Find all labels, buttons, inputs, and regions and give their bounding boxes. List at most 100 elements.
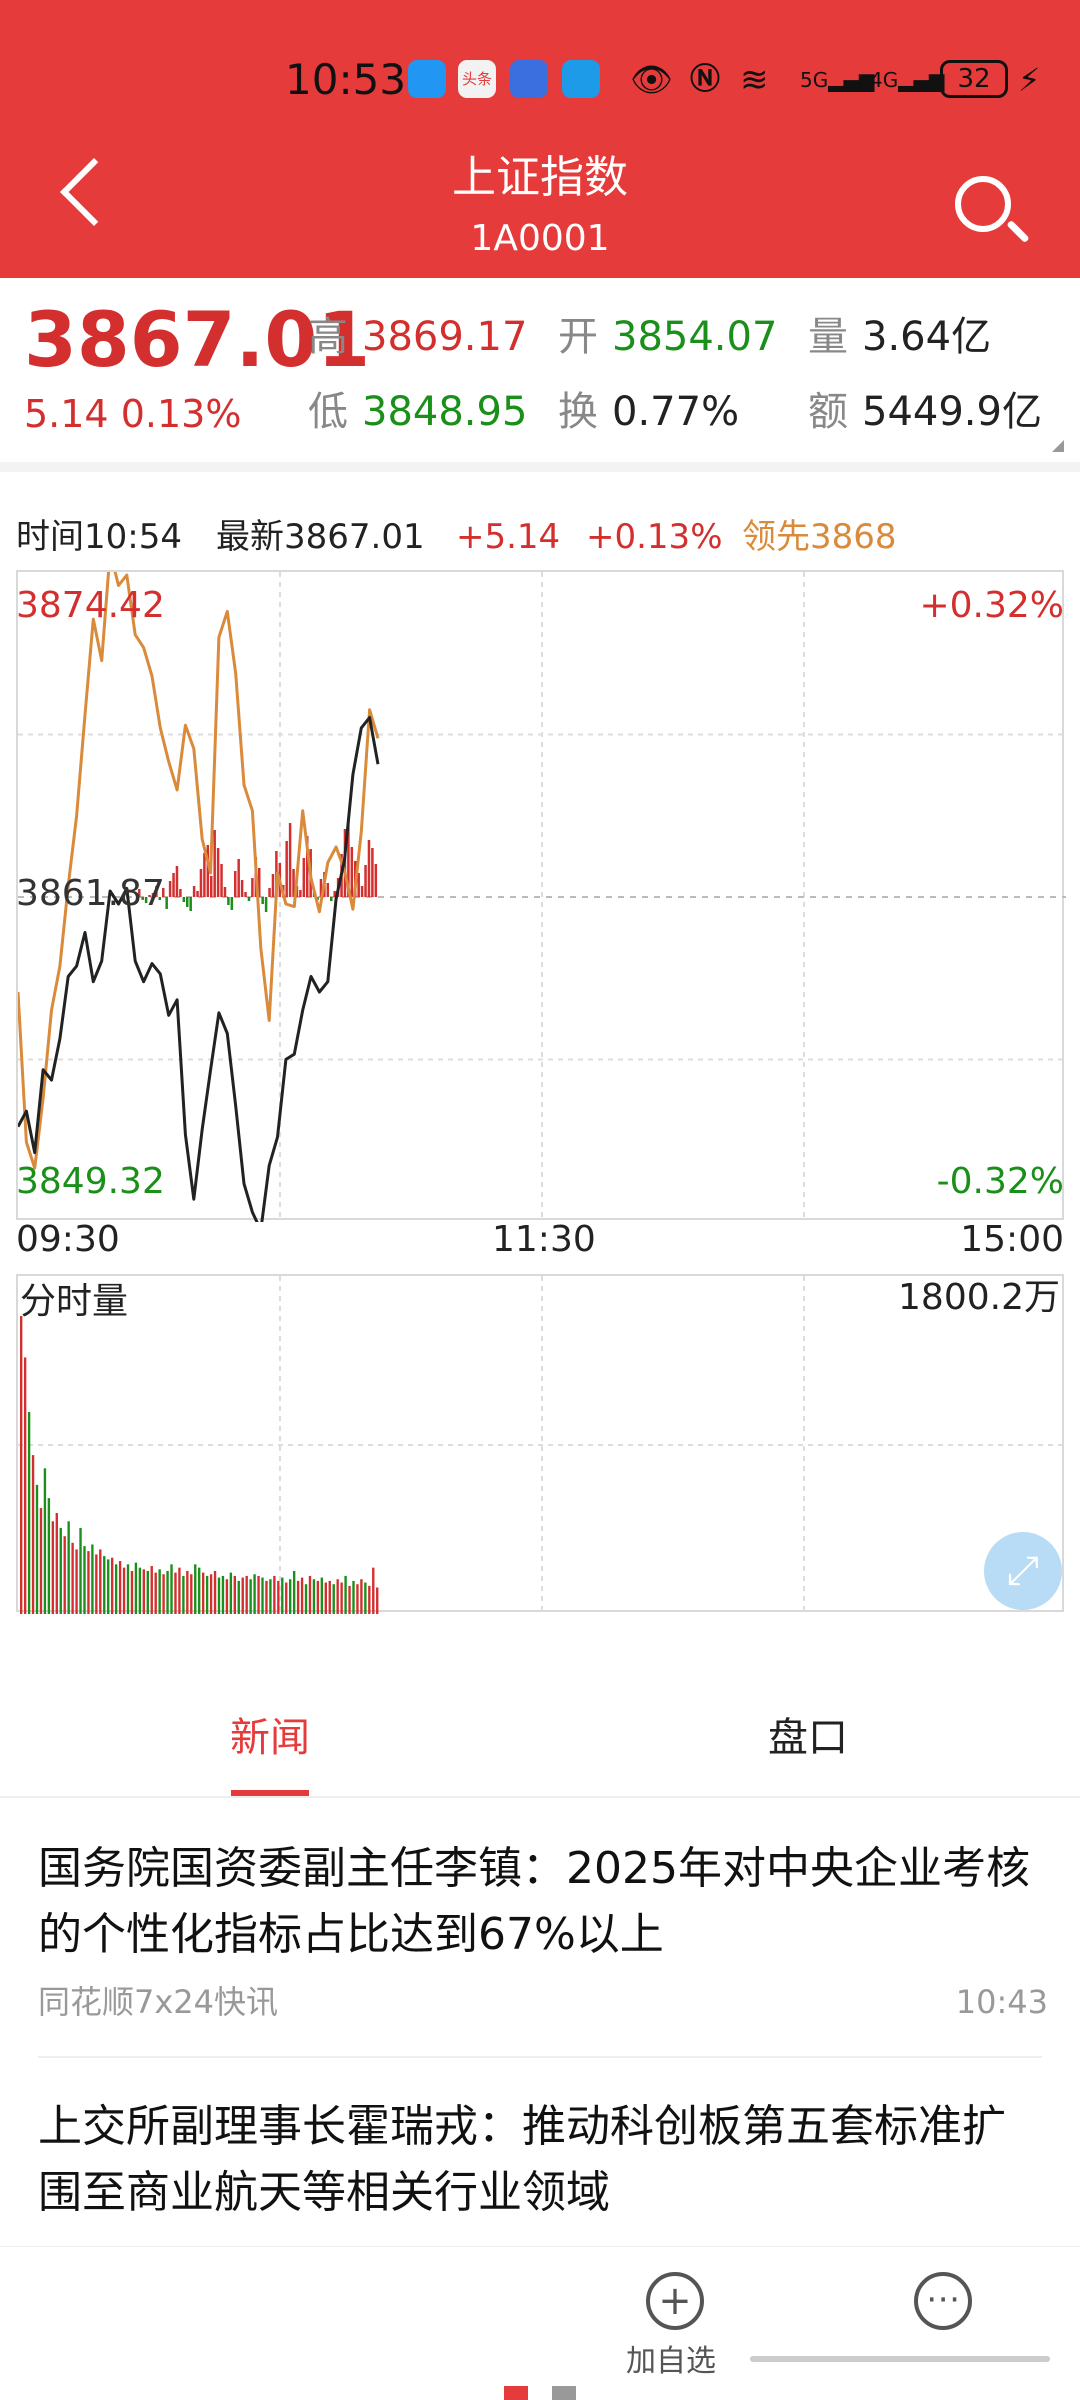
volume-bar — [190, 1574, 193, 1614]
volume-bar — [23, 1357, 27, 1614]
change-bar — [234, 871, 237, 897]
expand-corner-icon[interactable] — [1052, 440, 1064, 452]
change-bar — [199, 869, 203, 897]
x-label-mid: 11:30 — [492, 1219, 596, 1260]
volume-bar — [205, 1575, 209, 1614]
change-bar — [271, 874, 275, 897]
tab-orderbook[interactable]: 盘口 — [768, 1708, 848, 1768]
tab-news[interactable]: 新闻 — [230, 1708, 310, 1768]
change-bar — [210, 876, 213, 897]
status-bar: 10:53 头条 👁 Ⓝ ≋ 5G▂▄▆ 4G▂▄▆ 32 ⚡ — [0, 52, 1080, 108]
change-bar — [264, 897, 268, 912]
volume-bar — [285, 1582, 288, 1614]
volume-bar — [261, 1577, 264, 1614]
volume-title: 分时量 — [20, 1281, 129, 1322]
volume-bar — [217, 1577, 221, 1614]
volume-bar — [336, 1579, 339, 1614]
change-bar — [330, 897, 333, 901]
fullscreen-icon[interactable]: ⤢ — [984, 1532, 1062, 1610]
signal-4g-icon: 4G▂▄▆ — [870, 68, 945, 92]
volume-bar — [198, 1567, 201, 1614]
volume-bar — [95, 1554, 98, 1614]
volume-chart[interactable] — [16, 1274, 1066, 1614]
volume-bar — [162, 1574, 165, 1614]
volume-bar — [269, 1579, 272, 1614]
volume-bar — [360, 1579, 363, 1614]
add-watchlist-label[interactable]: 加自选 — [626, 2342, 716, 2382]
news-divider — [38, 2056, 1042, 2058]
volume-bar — [237, 1580, 240, 1614]
change-bar — [175, 866, 179, 897]
change-bar — [251, 878, 254, 897]
volume-bar — [316, 1580, 320, 1614]
change-bar — [182, 897, 186, 902]
change-bar — [220, 864, 223, 897]
volume-bar — [221, 1575, 225, 1614]
volume-bar — [253, 1574, 256, 1614]
volume-bar — [126, 1564, 130, 1614]
x-label-end: 15:00 — [960, 1219, 1064, 1260]
price-chart[interactable] — [16, 570, 1066, 1222]
index-code: 1A0001 — [470, 218, 610, 259]
volume-bar — [348, 1585, 351, 1614]
change-bar — [367, 840, 371, 897]
change-bar — [213, 830, 216, 897]
volume-bar — [332, 1584, 335, 1614]
volume-bar — [225, 1579, 229, 1614]
change-bar — [223, 887, 227, 897]
change-bar — [288, 823, 292, 897]
more-icon[interactable]: ⋯ — [914, 2272, 972, 2330]
change-bar — [216, 848, 220, 897]
news-item[interactable]: 上交所副理事长霍瑞戎：推动科创板第五套标准扩围至商业航天等相关行业领域 — [38, 2094, 1048, 2244]
search-icon[interactable] — [955, 176, 1011, 232]
volume-bar — [233, 1575, 236, 1614]
volume-bar — [320, 1577, 324, 1614]
change-bar — [196, 891, 199, 897]
volume-bar — [328, 1580, 331, 1614]
change-bar — [285, 841, 288, 897]
news-item[interactable]: 国务院国资委副主任李镇：2025年对中央企业考核的个性化指标占比达到67%以上 … — [38, 1836, 1048, 2026]
volume-bar — [273, 1575, 276, 1614]
quote-high: 高 3869.17 — [308, 314, 528, 360]
volume-bar — [308, 1575, 312, 1614]
volume-bar — [39, 1508, 43, 1614]
change-bar — [172, 873, 175, 897]
volume-bar — [356, 1584, 359, 1614]
volume-bar — [281, 1577, 284, 1614]
volume-bar — [372, 1567, 375, 1614]
page-indicator — [552, 2386, 576, 2400]
battery-indicator: 32 — [940, 60, 1008, 98]
volume-bar — [55, 1513, 58, 1614]
volume-bar — [63, 1536, 66, 1614]
info-change: +5.14 — [456, 517, 561, 557]
volume-bar — [107, 1559, 110, 1614]
volume-bar — [324, 1582, 327, 1614]
change-bar — [247, 897, 251, 901]
change-bar — [244, 892, 247, 897]
volume-bar — [209, 1574, 213, 1614]
volume-bar — [51, 1521, 55, 1614]
volume-bar — [71, 1542, 74, 1614]
volume-bar — [110, 1557, 114, 1614]
volume-bar — [277, 1580, 280, 1614]
x-label-start: 09:30 — [16, 1219, 120, 1260]
scroll-handle[interactable] — [750, 2356, 1050, 2362]
volume-bar — [103, 1556, 106, 1614]
volume-bar — [312, 1579, 316, 1614]
volume-bar — [249, 1579, 252, 1614]
volume-bar — [130, 1570, 134, 1614]
change-bar — [261, 897, 264, 904]
volume-bar — [174, 1572, 177, 1614]
change-bar — [360, 886, 364, 897]
volume-bar — [194, 1564, 197, 1614]
change-bar — [268, 888, 271, 897]
volume-bar — [75, 1549, 78, 1614]
change-bar — [189, 897, 192, 911]
add-watchlist-icon[interactable]: + — [646, 2272, 704, 2330]
volume-bar — [340, 1582, 343, 1614]
change-bar — [326, 883, 330, 897]
volume-bar — [142, 1569, 146, 1614]
quote-open: 开 3854.07 — [558, 314, 778, 360]
volume-bar — [170, 1564, 173, 1614]
volume-bar — [352, 1580, 355, 1614]
